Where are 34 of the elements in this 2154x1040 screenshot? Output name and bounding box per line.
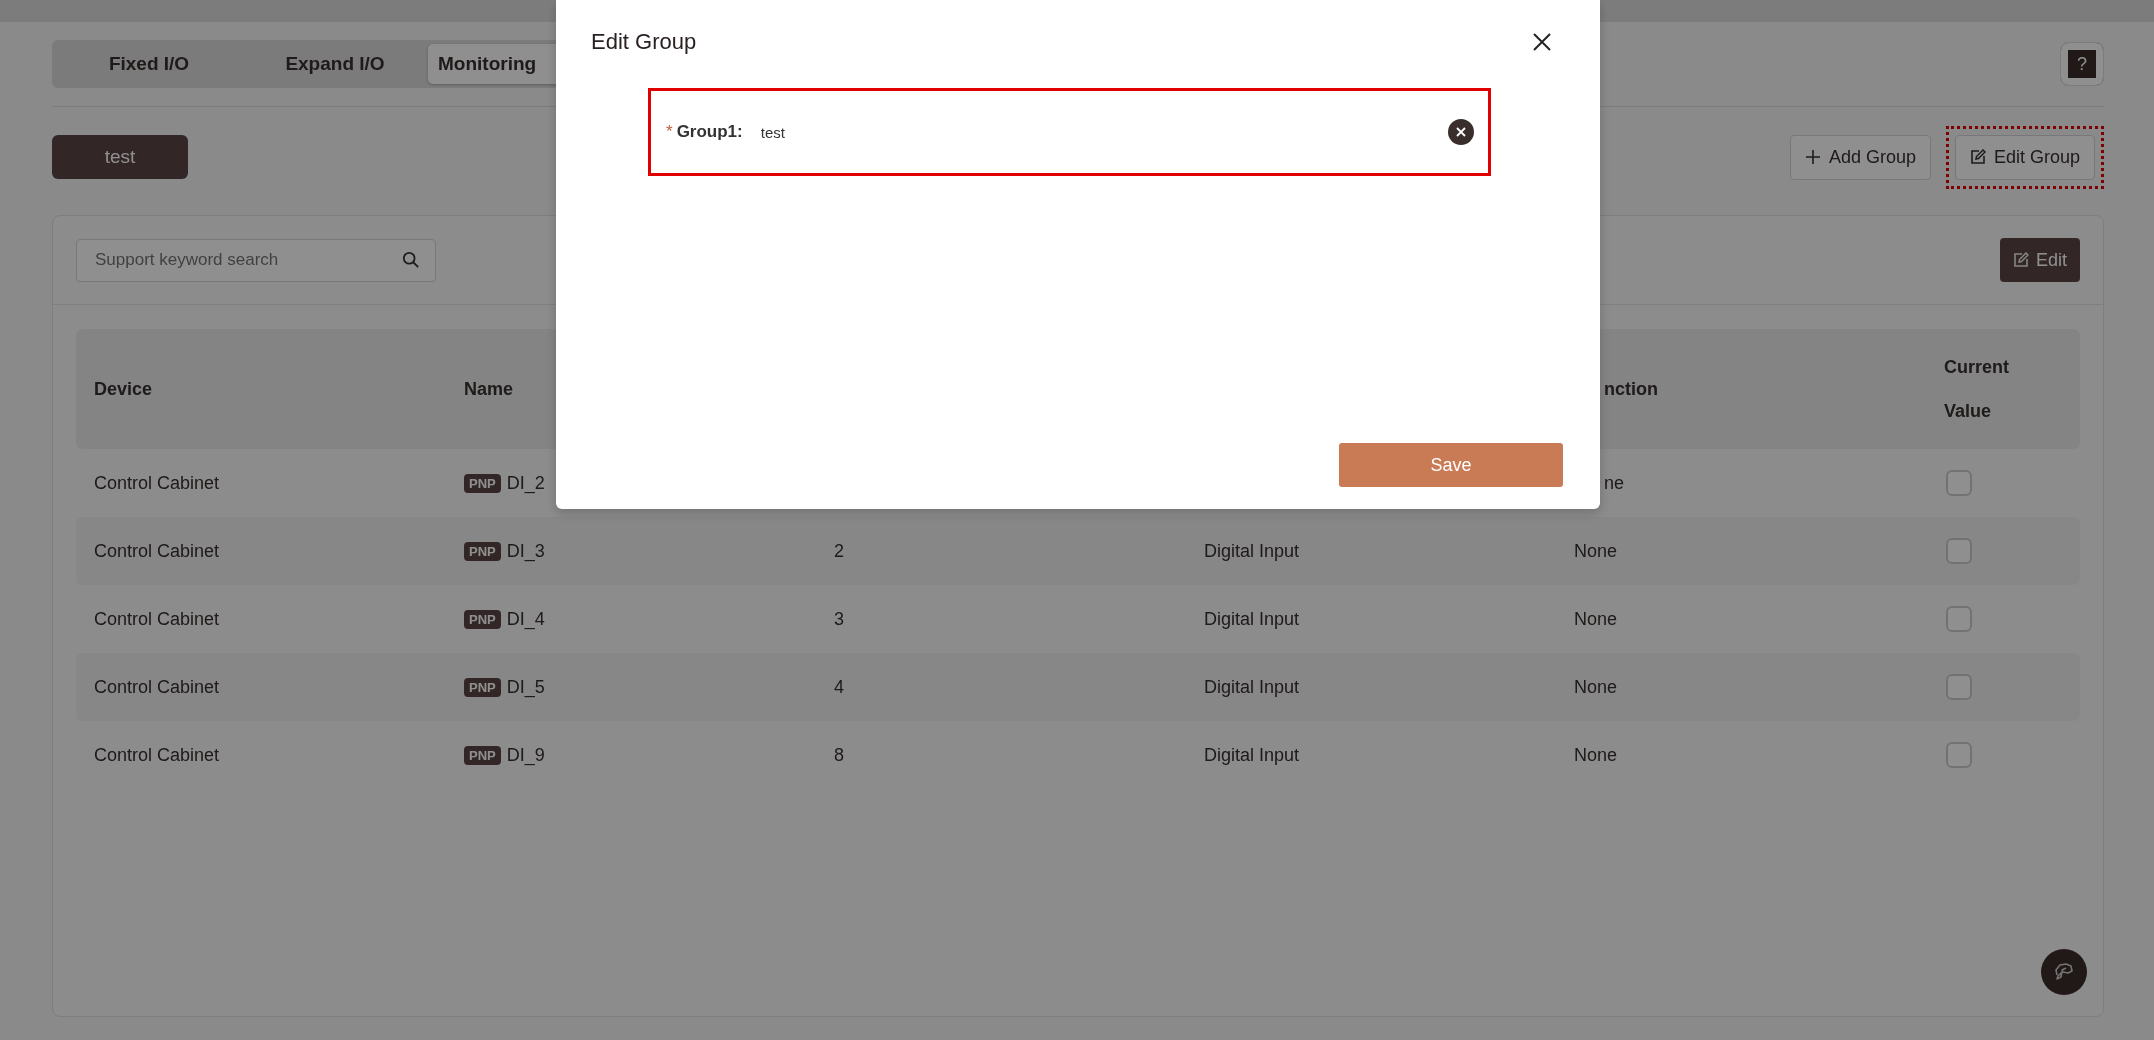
type-badge: PNP xyxy=(464,473,501,493)
type-badge: PNP xyxy=(464,541,501,561)
type-badge: PNP xyxy=(464,745,501,765)
table-cell: DI_4 xyxy=(506,608,545,630)
table-cell: Control Cabinet xyxy=(94,472,220,494)
column-header: Device xyxy=(94,378,153,401)
table-cell: Control Cabinet xyxy=(94,608,220,630)
table-cell: Digital Input xyxy=(1204,540,1300,562)
column-header: nction xyxy=(1604,378,1658,401)
column-header: Name xyxy=(464,378,514,401)
table-cell: DI_2 xyxy=(506,472,545,494)
required-mark: * xyxy=(666,122,673,142)
table-cell: 2 xyxy=(834,540,844,562)
table-cell: 8 xyxy=(834,744,844,766)
table-cell: None xyxy=(1574,608,1618,630)
table-cell: Digital Input xyxy=(1204,744,1300,766)
table-cell: None xyxy=(1574,744,1618,766)
table-cell: Digital Input xyxy=(1204,676,1300,698)
table-cell: DI_9 xyxy=(506,744,545,766)
table-cell: 3 xyxy=(834,608,844,630)
table-cell: DI_5 xyxy=(506,676,545,698)
table-cell: Control Cabinet xyxy=(94,676,220,698)
field-label: Group1: xyxy=(676,122,743,142)
table-cell: 4 xyxy=(834,676,844,698)
table-cell: ne xyxy=(1604,472,1625,494)
type-badge: PNP xyxy=(464,677,501,697)
table-cell: DI_3 xyxy=(506,540,545,562)
table-cell: Digital Input xyxy=(1204,608,1300,630)
table-cell: None xyxy=(1574,676,1618,698)
type-badge: PNP xyxy=(464,609,501,629)
table-cell: Control Cabinet xyxy=(94,744,220,766)
column-header: Current Value xyxy=(1944,356,2010,423)
table-cell: Control Cabinet xyxy=(94,540,220,562)
table-cell: None xyxy=(1574,540,1618,562)
